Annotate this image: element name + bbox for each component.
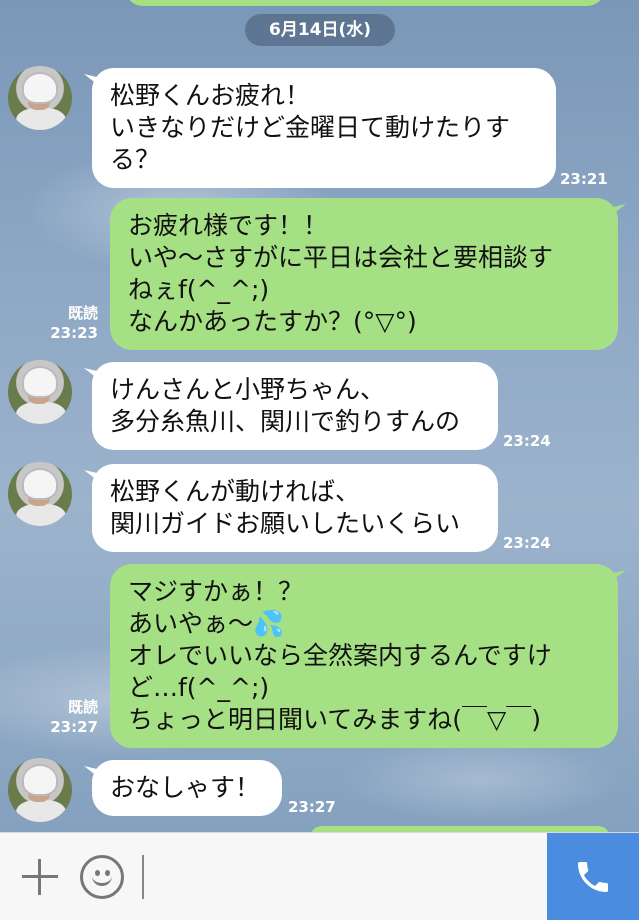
message-bubble-outgoing[interactable]: マジすかぁ！？ あいやぁ〜💦 オレでいいなら全然案内するんですけ ど…f(^_^… [110,564,618,748]
previous-message-bubble [125,0,605,6]
plus-icon[interactable] [20,857,60,897]
emoji-icon[interactable] [80,855,124,899]
avatar[interactable] [8,462,72,526]
call-button[interactable] [547,833,639,920]
message-time: 23:21 [560,170,608,188]
message-time: 23:24 [503,534,551,552]
date-separator: 6月14日(水) [245,14,395,46]
message-bubble-incoming[interactable]: おなしゃす！ [92,760,282,816]
message-bubble-outgoing[interactable]: お疲れ様です！！ いや〜さすがに平日は会社と要相談す ねぇf(^_^;) なんか… [110,198,618,350]
message-input-bar [0,832,639,920]
message-time: 23:27 [288,798,336,816]
message-time: 23:24 [503,432,551,450]
read-receipt: 既読 23:27 [50,698,98,736]
phone-icon [578,862,608,892]
avatar[interactable] [8,360,72,424]
read-receipt: 既読 23:23 [50,304,98,342]
message-bubble-incoming[interactable]: けんさんと小野ちゃん、 多分糸魚川、関川で釣りすんの [92,362,498,450]
message-bubble-incoming[interactable]: 松野くんお疲れ！ いきなりだけど金曜日て動けたりす る？ [92,68,556,188]
chat-area[interactable]: 6月14日(水) 松野くんお疲れ！ いきなりだけど金曜日て動けたりす る？ 23… [0,0,639,832]
message-bubble-incoming[interactable]: 松野くんが動ければ、 関川ガイドお願いしたいくらい [92,464,498,552]
avatar[interactable] [8,66,72,130]
message-input[interactable] [142,855,532,899]
avatar[interactable] [8,758,72,822]
